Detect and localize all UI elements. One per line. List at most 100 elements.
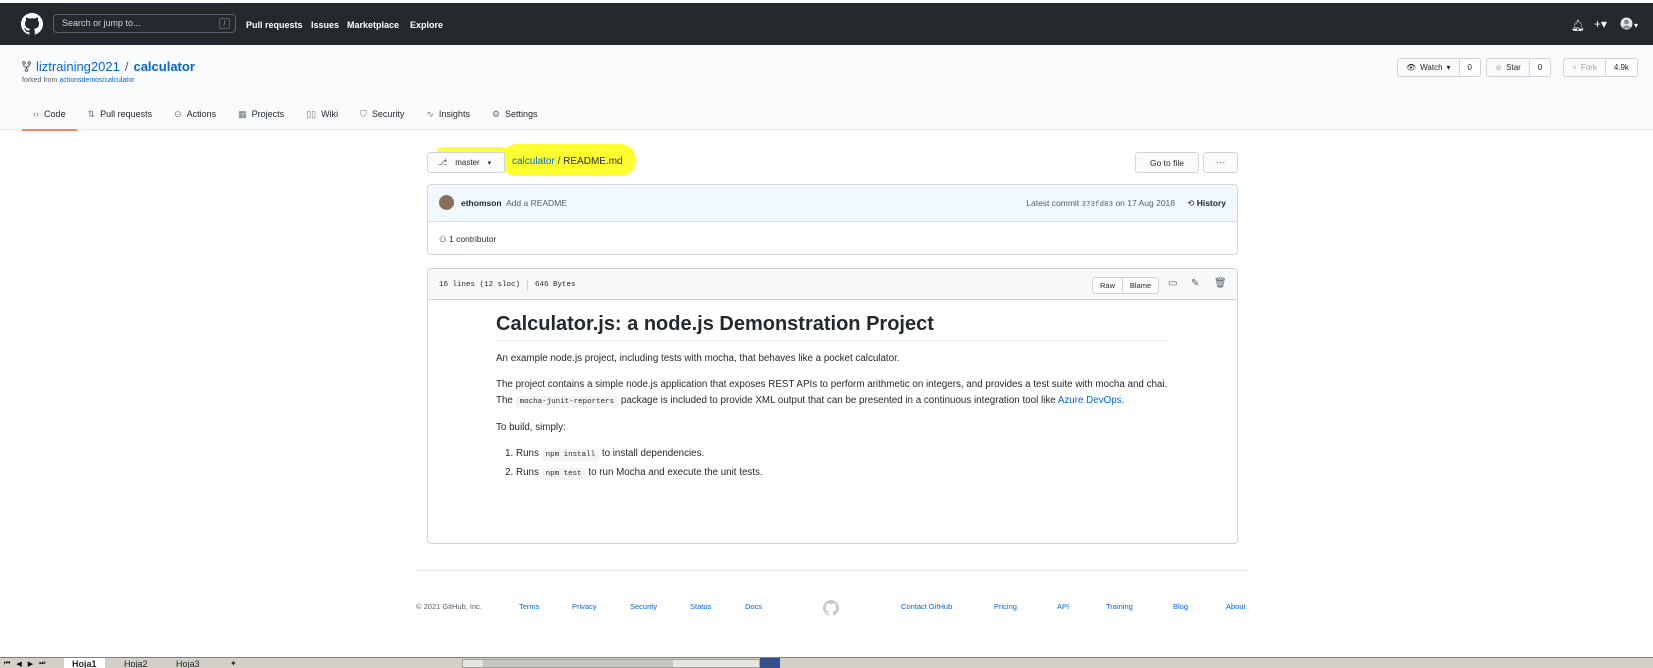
repo-name-link[interactable]: calculator bbox=[133, 59, 194, 74]
list-item: Runs npm test to run Mocha and execute t… bbox=[516, 464, 1169, 483]
header-nav-issues[interactable]: Issues bbox=[311, 20, 339, 30]
breadcrumb-separator: / bbox=[557, 156, 561, 167]
tab-code[interactable]: ‹› Code bbox=[22, 98, 77, 131]
watch-button[interactable]: 👁︎ Watch ▾ 0 bbox=[1397, 58, 1481, 77]
footer-link-terms[interactable]: Terms bbox=[519, 602, 539, 611]
tab-projects[interactable]: ▦ Projects bbox=[227, 98, 295, 130]
footer-link-api[interactable]: API bbox=[1057, 602, 1069, 611]
step-text: to install dependencies. bbox=[601, 448, 705, 459]
readme-text: package is included to provide XML outpu… bbox=[620, 395, 1056, 406]
history-label: History bbox=[1196, 198, 1226, 208]
sheet-tab[interactable]: Hoja3 bbox=[168, 658, 208, 668]
tab-pull-requests[interactable]: ⇅ Pull requests bbox=[77, 98, 164, 130]
fork-count[interactable]: 4.9k bbox=[1605, 59, 1637, 76]
footer-link-pricing[interactable]: Pricing bbox=[994, 602, 1017, 611]
search-input[interactable]: Search or jump to... / bbox=[53, 14, 236, 33]
tab-security[interactable]: ⛉ Security bbox=[349, 98, 415, 130]
go-to-file-button[interactable]: Go to file bbox=[1135, 152, 1199, 173]
tab-actions[interactable]: ⊙ Actions bbox=[163, 98, 227, 130]
star-icon: ☆ bbox=[1495, 63, 1503, 72]
avatar-menu-icon[interactable] bbox=[1620, 17, 1633, 33]
horizontal-scrollbar[interactable] bbox=[462, 659, 760, 668]
footer-link-docs[interactable]: Docs bbox=[745, 602, 762, 611]
global-header: Search or jump to... / Pull requests Iss… bbox=[0, 3, 1653, 45]
bell-icon[interactable]: 🔔︎ bbox=[1571, 19, 1585, 32]
more-options-button[interactable]: ··· bbox=[1203, 152, 1238, 173]
project-icon: ▦ bbox=[238, 108, 247, 119]
footer-link-contact[interactable]: Contact GitHub bbox=[901, 602, 952, 611]
header-nav-pull-requests[interactable]: Pull requests bbox=[246, 20, 303, 30]
search-shortcut-hint: / bbox=[219, 18, 230, 29]
book-icon: ▯▯ bbox=[306, 108, 317, 119]
shield-icon: ⛉ bbox=[360, 108, 367, 119]
commit-box: ethomson Add a README Latest commit 373f… bbox=[427, 184, 1238, 255]
watch-count[interactable]: 0 bbox=[1459, 59, 1480, 76]
plus-icon[interactable]: +▾ bbox=[1594, 17, 1607, 31]
desktop-icon[interactable]: ▭ bbox=[1168, 278, 1177, 289]
commit-sha-link[interactable]: 373fd83 bbox=[1082, 201, 1114, 209]
last-sheet-icon[interactable]: ⏭ bbox=[39, 660, 45, 668]
azure-devops-link[interactable]: Azure DevOps bbox=[1058, 395, 1122, 406]
footer-link-security[interactable]: Security bbox=[630, 602, 657, 611]
footer-link-about[interactable]: About bbox=[1226, 602, 1246, 611]
footer-link-privacy[interactable]: Privacy bbox=[572, 602, 597, 611]
star-label: Star bbox=[1506, 63, 1521, 72]
people-icon: ⚇ bbox=[439, 234, 447, 244]
tab-wiki[interactable]: ▯▯ Wiki bbox=[295, 98, 349, 130]
file-header: 16 lines (12 sloc) 646 Bytes Raw Blame ▭… bbox=[428, 269, 1237, 300]
readme-steps: Runs npm install to install dependencies… bbox=[496, 445, 1169, 483]
raw-button[interactable]: Raw bbox=[1092, 277, 1123, 294]
repo-forked-icon: ⑂ bbox=[1572, 63, 1577, 72]
branch-select-button[interactable]: ⎇ master ▾ bbox=[427, 152, 505, 173]
list-item: Runs npm install to install dependencies… bbox=[516, 445, 1169, 464]
chevron-down-icon[interactable]: ▾ bbox=[1634, 21, 1638, 30]
star-button[interactable]: ☆ Star 0 bbox=[1486, 58, 1552, 77]
divider bbox=[527, 280, 529, 291]
spreadsheet-tab-bar: ⏮ ◀ ▶ ⏭ Hoja1 Hoja2 Hoja3 ✦ bbox=[0, 657, 1653, 668]
step-text: Runs bbox=[516, 448, 539, 459]
avatar[interactable] bbox=[439, 195, 454, 210]
code-icon: ‹› bbox=[33, 109, 39, 119]
footer-link-training[interactable]: Training bbox=[1106, 602, 1133, 611]
history-link[interactable]: ⟲ History bbox=[1187, 198, 1226, 209]
step-text: Runs bbox=[516, 467, 539, 478]
pencil-icon[interactable]: ✎ bbox=[1191, 278, 1199, 289]
next-sheet-icon[interactable]: ▶ bbox=[28, 660, 33, 668]
contributors-link[interactable]: ⚇ 1 contributor bbox=[439, 234, 496, 245]
header-nav-marketplace[interactable]: Marketplace bbox=[347, 20, 399, 30]
forked-source-link[interactable]: actionsdemos/calculator bbox=[59, 77, 134, 84]
search-placeholder: Search or jump to... bbox=[62, 18, 141, 28]
commit-author-link[interactable]: ethomson bbox=[461, 198, 502, 208]
breadcrumb-repo-link[interactable]: calculator bbox=[512, 156, 555, 167]
latest-commit-label: Latest commit bbox=[1026, 198, 1080, 208]
tab-insights[interactable]: ∿ Insights bbox=[415, 98, 481, 130]
tab-label: Pull requests bbox=[100, 109, 153, 119]
repo-tabs: ‹› Code ⇅ Pull requests ⊙ Actions ▦ Projects… bbox=[22, 98, 549, 131]
header-nav-explore[interactable]: Explore bbox=[410, 20, 443, 30]
tab-label: Settings bbox=[505, 109, 538, 119]
repo-owner-link[interactable]: liztraining2021 bbox=[36, 59, 120, 74]
footer-link-status[interactable]: Status bbox=[690, 602, 711, 611]
breadcrumb: calculator / README.md bbox=[512, 156, 623, 167]
blame-button[interactable]: Blame bbox=[1122, 277, 1159, 294]
copyright: © 2021 GitHub, Inc. bbox=[416, 602, 482, 611]
file-box: 16 lines (12 sloc) 646 Bytes Raw Blame ▭… bbox=[427, 268, 1238, 544]
tab-settings[interactable]: ⚙ Settings bbox=[481, 98, 549, 130]
new-sheet-icon[interactable]: ✦ bbox=[222, 658, 245, 668]
breadcrumb-file: README.md bbox=[563, 156, 623, 167]
sheet-tab[interactable]: Hoja2 bbox=[116, 658, 156, 668]
commit-message-link[interactable]: Add a README bbox=[506, 198, 567, 208]
github-logo-icon[interactable] bbox=[21, 13, 43, 35]
github-logo-icon[interactable] bbox=[823, 600, 839, 616]
scrollbar-thumb[interactable] bbox=[483, 660, 673, 667]
forked-from-label: forked from bbox=[22, 77, 58, 84]
prev-sheet-icon[interactable]: ◀ bbox=[16, 660, 21, 668]
fork-button[interactable]: ⑂ Fork 4.9k bbox=[1563, 58, 1638, 77]
first-sheet-icon[interactable]: ⏮ bbox=[4, 660, 10, 668]
tab-label: Code bbox=[44, 109, 66, 119]
star-count[interactable]: 0 bbox=[1529, 59, 1551, 76]
sheet-tab[interactable]: Hoja1 bbox=[64, 658, 105, 668]
tab-label: Actions bbox=[186, 109, 217, 119]
trash-icon[interactable]: 🗑︎ bbox=[1214, 278, 1227, 289]
footer-link-blog[interactable]: Blog bbox=[1173, 602, 1188, 611]
